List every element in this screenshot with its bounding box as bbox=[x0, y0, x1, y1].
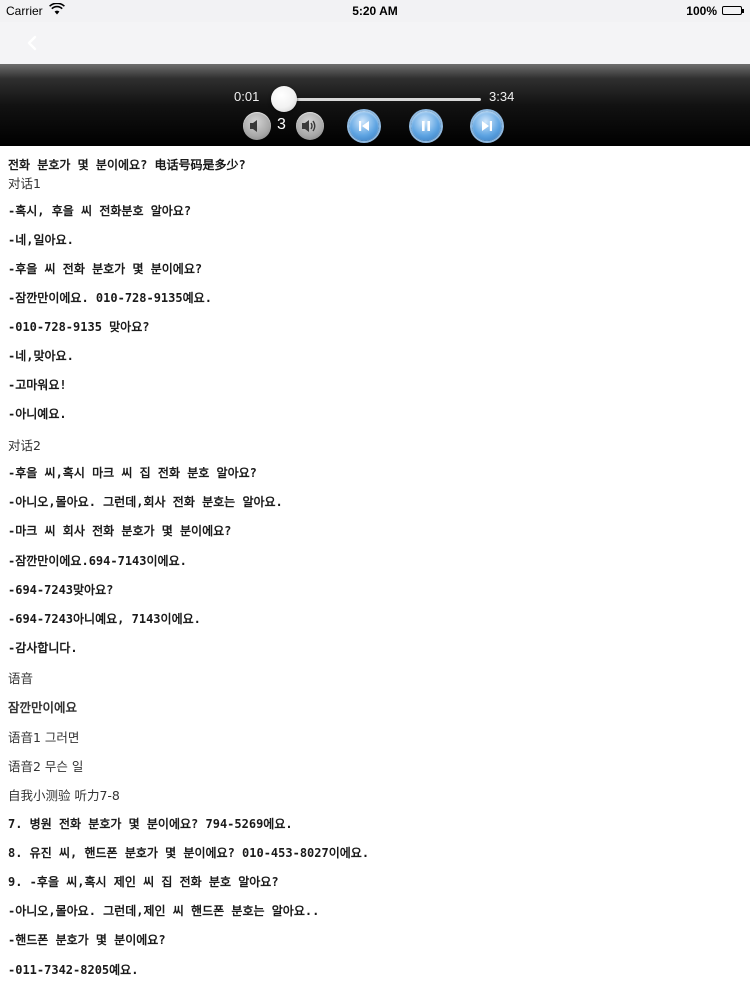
transcript-line: 잠깐만이에요 bbox=[8, 700, 78, 715]
battery-percentage: 100% bbox=[686, 4, 717, 18]
previous-track-button[interactable] bbox=[349, 111, 379, 141]
section-heading: 语音 bbox=[8, 671, 34, 686]
pause-icon bbox=[422, 121, 430, 131]
previous-track-icon bbox=[359, 121, 369, 131]
transcript-line: -694-7243맞아요? bbox=[8, 583, 114, 597]
total-time: 3:34 bbox=[489, 89, 515, 104]
transcript-line: -네,맞아요. bbox=[8, 349, 74, 363]
pause-button[interactable] bbox=[411, 111, 441, 141]
transcript-line: -마크 씨 회사 전화 분호가 몇 분이에요? bbox=[8, 524, 232, 538]
transcript-title: 전화 분호가 몇 분이에요? 电话号码是多少? bbox=[8, 158, 246, 172]
transcript-line: -감사합니다. bbox=[8, 641, 78, 655]
transcript-line: -잠깐만이에요.694-7143이에요. bbox=[8, 554, 187, 568]
transcript-line: -694-7243아니예요, 7143이에요. bbox=[8, 612, 201, 626]
back-button[interactable] bbox=[22, 32, 44, 54]
transcript-line: -아니오,몰아요. 그런데,제인 씨 핸드폰 분호는 알아요.. bbox=[8, 904, 320, 918]
progress-thumb[interactable] bbox=[271, 86, 297, 112]
next-track-button[interactable] bbox=[472, 111, 502, 141]
volume-up-icon bbox=[302, 120, 316, 132]
status-bar: Carrier 5:20 AM 100% bbox=[0, 0, 750, 22]
navigation-bar bbox=[0, 22, 750, 64]
next-track-icon bbox=[482, 121, 492, 131]
transcript-line: -잠깐만이에요. 010-728-9135예요. bbox=[8, 291, 212, 305]
audio-player: 0:01 3:34 3 bbox=[0, 64, 750, 146]
transcript-line: 9. -후을 씨,혹시 제인 씨 집 전화 분호 알아요? bbox=[8, 875, 279, 889]
status-time: 5:20 AM bbox=[352, 4, 398, 18]
transcript-line: 语音1 그러면 bbox=[8, 730, 80, 745]
transcript-line: -네,일아요. bbox=[8, 233, 74, 247]
transcript-line: 8. 유진 씨, 핸드폰 분호가 몇 분이에요? 010-453-8027이에요… bbox=[8, 846, 370, 860]
section-heading: 对话1 bbox=[8, 176, 41, 191]
section-heading: 自我小测验 听力7-8 bbox=[8, 788, 120, 803]
volume-down-button[interactable] bbox=[243, 112, 271, 140]
transcript-line: 语音2 무슨 일 bbox=[8, 759, 84, 774]
transcript-line: -후을 씨,혹시 마크 씨 집 전화 분호 알아요? bbox=[8, 466, 257, 480]
transcript-line: -아니예요. bbox=[8, 407, 67, 421]
transcript-line: -후을 씨 전화 분호가 몇 분이에요? bbox=[8, 262, 203, 276]
transcript-line: 7. 병원 전화 분호가 몇 분이에요? 794-5269에요. bbox=[8, 817, 293, 831]
elapsed-time: 0:01 bbox=[234, 89, 260, 104]
transcript-line: -아니오,몰아요. 그런데,회사 전화 분호는 알아요. bbox=[8, 495, 283, 509]
progress-track[interactable] bbox=[278, 98, 481, 101]
transcript-line: -핸드폰 분호가 몇 분이에요? bbox=[8, 933, 166, 947]
transcript-line: -고마워요! bbox=[8, 378, 67, 392]
section-heading: 对话2 bbox=[8, 438, 41, 453]
transcript-line: -011-7342-8205예요. bbox=[8, 963, 139, 977]
volume-up-button[interactable] bbox=[296, 112, 324, 140]
volume-down-icon bbox=[250, 120, 257, 132]
transcript-content: 전화 분호가 몇 분이에요? 电话号码是多少? 对话1 -혹시, 후을 씨 전화… bbox=[8, 146, 744, 1000]
transcript-line: -010-728-9135 맞아요? bbox=[8, 320, 150, 334]
playback-speed-value: 3 bbox=[277, 116, 286, 133]
battery-icon bbox=[722, 6, 744, 15]
transcript-line: -혹시, 후을 씨 전화분호 알아요? bbox=[8, 204, 192, 218]
chevron-left-icon bbox=[27, 35, 37, 51]
